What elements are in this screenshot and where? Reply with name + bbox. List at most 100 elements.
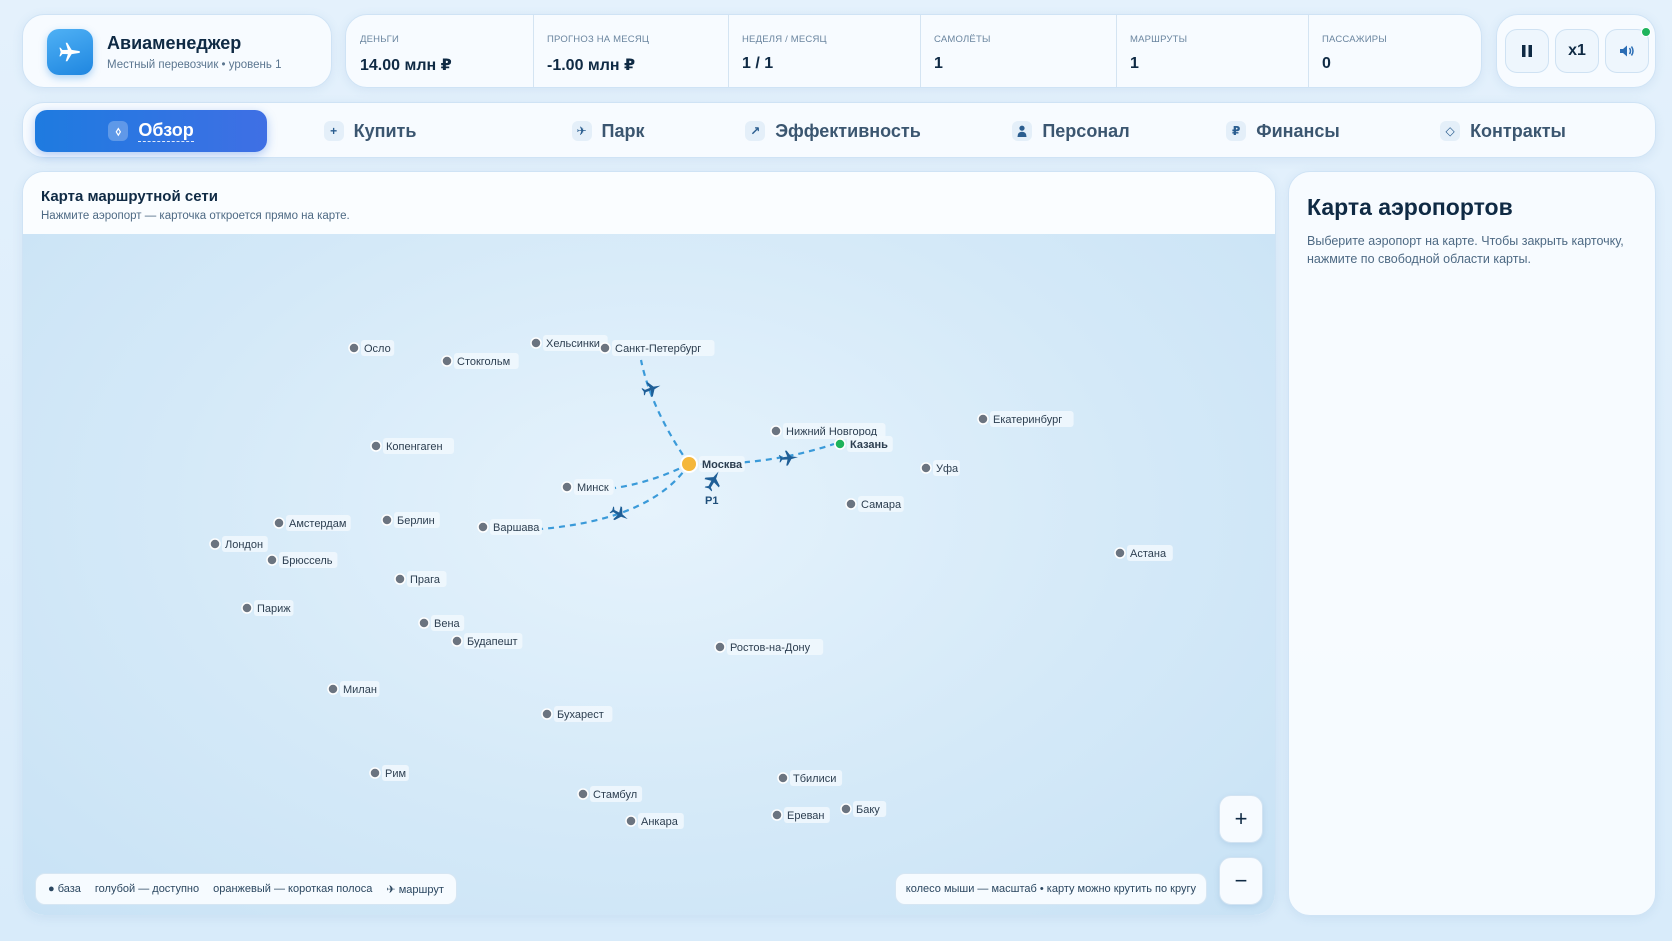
airport-marker[interactable]: Бухарест bbox=[541, 706, 613, 722]
airport-dot[interactable] bbox=[561, 481, 573, 493]
airport-marker[interactable]: Брюссель bbox=[266, 552, 338, 568]
airport-marker[interactable]: Париж bbox=[241, 600, 294, 616]
airport-marker[interactable]: Хельсинки bbox=[530, 335, 608, 351]
stat-label: Неделя / месяц bbox=[742, 34, 827, 45]
zoom-out-button[interactable]: − bbox=[1219, 857, 1263, 905]
pause-button[interactable] bbox=[1505, 29, 1549, 73]
tab-overview[interactable]: ⬨ Обзор bbox=[35, 110, 267, 152]
main-tabs: ⬨ Обзор + Купить ✈ Парк ↗ Эффективность … bbox=[22, 102, 1656, 158]
airport-marker[interactable]: Анкара bbox=[625, 813, 684, 829]
airport-marker[interactable]: Копенгаген bbox=[370, 438, 454, 454]
legend-base: ● база bbox=[48, 883, 81, 895]
airport-label: Амстердам bbox=[289, 518, 346, 530]
airport-marker[interactable]: Ростов-на-Дону bbox=[714, 639, 824, 655]
airport-dot[interactable] bbox=[370, 440, 382, 452]
stat-money: Деньги 14.00 млн ₽ bbox=[346, 15, 533, 87]
airport-marker[interactable]: Тбилиси bbox=[777, 770, 843, 786]
airport-marker[interactable]: Стамбул bbox=[577, 786, 643, 802]
route-plane-icon[interactable] bbox=[608, 503, 632, 525]
base-airport-dot[interactable] bbox=[680, 455, 698, 473]
tab-buy[interactable]: + Купить bbox=[285, 110, 455, 152]
map-header: Карта маршрутной сети Нажмите аэропорт —… bbox=[23, 172, 1275, 235]
airport-label: Уфа bbox=[936, 463, 959, 475]
airport-marker[interactable]: Уфа bbox=[920, 460, 960, 476]
speed-button[interactable]: x1 bbox=[1555, 29, 1599, 73]
zoom-in-button[interactable]: + bbox=[1219, 795, 1263, 843]
airport-dot[interactable] bbox=[577, 788, 589, 800]
stat-value: -1.00 млн ₽ bbox=[547, 57, 636, 74]
route-map[interactable]: Осло Стокгольм Хельсинки Санкт-Петербург Коп… bbox=[23, 234, 1276, 916]
tab-finance[interactable]: ₽ Финансы bbox=[1193, 110, 1373, 152]
airport-dot[interactable] bbox=[977, 413, 989, 425]
airport-marker[interactable]: Рим bbox=[369, 765, 409, 781]
airport-marker[interactable]: Осло bbox=[348, 340, 395, 356]
airport-dot[interactable] bbox=[771, 809, 783, 821]
airport-dot[interactable] bbox=[209, 538, 221, 550]
aircraft-label[interactable]: P1 bbox=[705, 495, 718, 507]
airport-dot[interactable] bbox=[381, 514, 393, 526]
airport-dot[interactable] bbox=[394, 573, 406, 585]
airport-marker[interactable]: Самара bbox=[845, 496, 904, 512]
airport-marker[interactable]: Стокгольм bbox=[441, 353, 519, 369]
airport-dot[interactable] bbox=[770, 425, 782, 437]
airport-dot[interactable] bbox=[348, 342, 360, 354]
airport-dot[interactable] bbox=[441, 355, 453, 367]
airport-marker[interactable]: Астана bbox=[1114, 545, 1173, 561]
airport-dot[interactable] bbox=[369, 767, 381, 779]
route-map-canvas[interactable]: Осло Стокгольм Хельсинки Санкт-Петербург Коп… bbox=[23, 234, 1276, 916]
airport-dot[interactable] bbox=[266, 554, 278, 566]
airport-marker[interactable]: Баку bbox=[840, 801, 887, 817]
airport-marker[interactable]: Санкт-Петербург bbox=[599, 340, 715, 356]
airport-marker[interactable]: Вена bbox=[418, 615, 465, 631]
airport-label: Бухарест bbox=[557, 709, 604, 721]
route-line[interactable] bbox=[639, 359, 690, 465]
airport-dot[interactable] bbox=[599, 342, 611, 354]
airport-dot[interactable] bbox=[834, 438, 846, 450]
tab-contracts[interactable]: ◇ Контракты bbox=[1403, 110, 1603, 152]
route-plane-icon[interactable] bbox=[778, 450, 799, 467]
airport-dot[interactable] bbox=[418, 617, 430, 629]
airport-dot[interactable] bbox=[840, 803, 852, 815]
airport-dot[interactable] bbox=[530, 337, 542, 349]
airport-dot[interactable] bbox=[920, 462, 932, 474]
tab-staff[interactable]: Персонал bbox=[971, 110, 1171, 152]
airport-dot[interactable] bbox=[477, 521, 489, 533]
pause-icon bbox=[1522, 45, 1532, 57]
airport-marker[interactable]: Варшава bbox=[477, 519, 543, 535]
plus-icon: + bbox=[323, 121, 344, 141]
airport-dot[interactable] bbox=[714, 641, 726, 653]
airport-label: Милан bbox=[343, 684, 377, 696]
airport-marker[interactable]: Екатеринбург bbox=[977, 411, 1074, 427]
map-legend: ● база голубой — доступно оранжевый — ко… bbox=[35, 873, 457, 905]
airport-dot[interactable] bbox=[541, 708, 553, 720]
airport-marker[interactable]: Амстердам bbox=[273, 515, 351, 531]
tab-efficiency[interactable]: ↗ Эффективность bbox=[713, 110, 953, 152]
sound-button[interactable] bbox=[1605, 27, 1651, 73]
airport-marker[interactable]: Ереван bbox=[771, 807, 830, 823]
airport-label: Прага bbox=[410, 574, 441, 586]
stat-forecast: Прогноз на месяц -1.00 млн ₽ bbox=[533, 15, 728, 87]
route-line[interactable] bbox=[614, 463, 690, 490]
airport-marker[interactable]: Минск bbox=[561, 479, 614, 495]
airport-dot[interactable] bbox=[273, 517, 285, 529]
airport-dot[interactable] bbox=[1114, 547, 1126, 559]
airport-dot[interactable] bbox=[241, 602, 253, 614]
airport-dot[interactable] bbox=[845, 498, 857, 510]
route-plane-icon[interactable] bbox=[640, 379, 663, 400]
game-controls: x1 bbox=[1496, 14, 1656, 88]
airport-dot[interactable] bbox=[327, 683, 339, 695]
tab-label: Купить bbox=[353, 120, 417, 141]
airport-marker[interactable]: Будапешт bbox=[451, 633, 523, 649]
tab-fleet[interactable]: ✈ Парк bbox=[523, 110, 693, 152]
airport-marker[interactable]: Прага bbox=[394, 571, 447, 587]
airport-label: Лондон bbox=[225, 539, 263, 551]
airport-marker[interactable]: Москва bbox=[680, 455, 745, 473]
airport-marker[interactable]: Лондон bbox=[209, 536, 268, 552]
airport-dot[interactable] bbox=[451, 635, 463, 647]
airport-label: Хельсинки bbox=[546, 338, 600, 350]
airport-dot[interactable] bbox=[625, 815, 637, 827]
airport-marker[interactable]: Берлин bbox=[381, 512, 440, 528]
airport-dot[interactable] bbox=[777, 772, 789, 784]
tab-label: Финансы bbox=[1256, 120, 1340, 141]
airport-marker[interactable]: Милан bbox=[327, 681, 380, 697]
